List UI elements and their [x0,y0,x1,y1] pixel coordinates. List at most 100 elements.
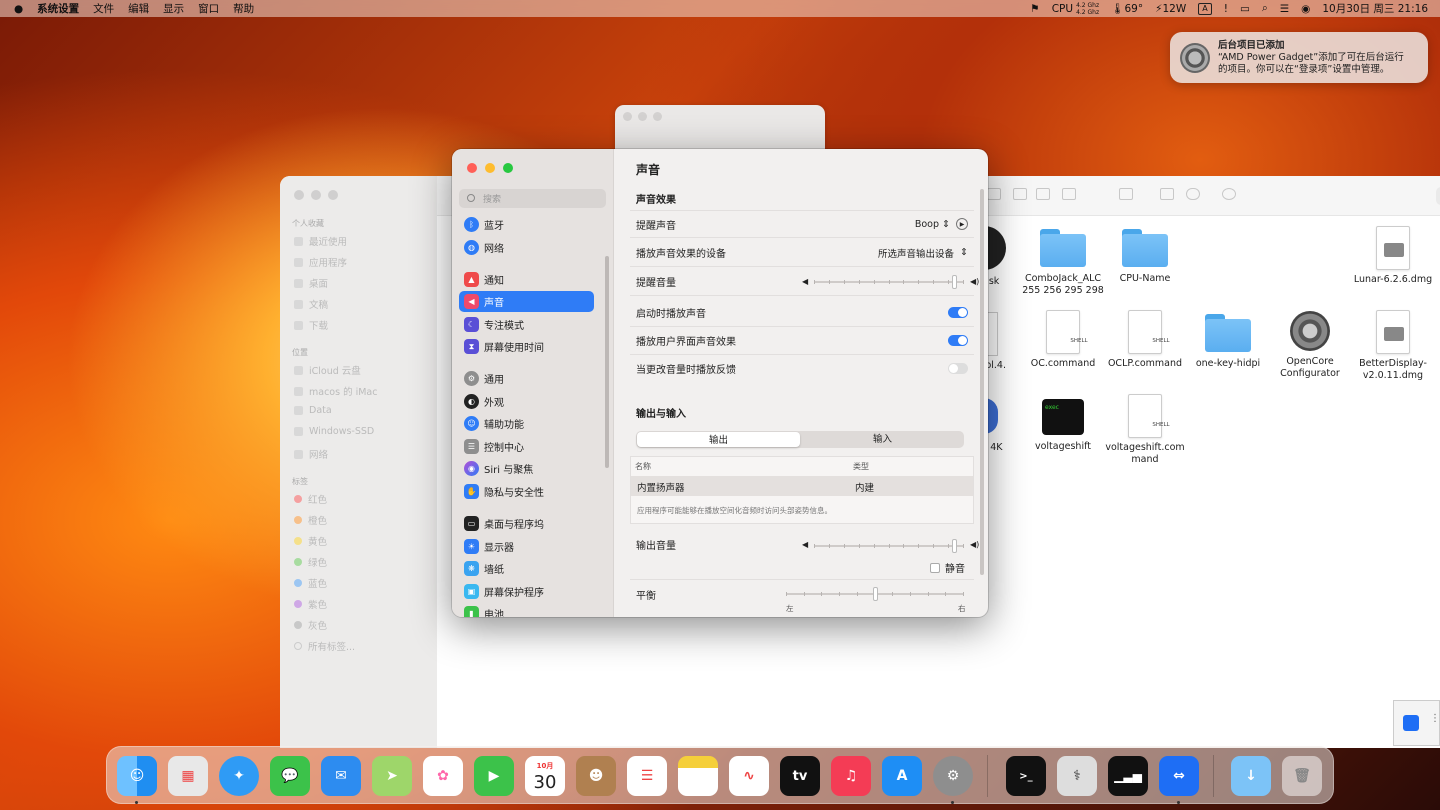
reminders-icon[interactable]: ☰ [627,756,667,796]
siri-icon[interactable]: ◉ [1301,3,1310,15]
menu-window[interactable]: 窗口 [198,1,219,16]
alert-sound-select[interactable]: Boop ⇕ [915,219,950,230]
datetime[interactable]: 10月30日 周三 21:16 [1322,1,1428,16]
sidebar-item-data[interactable]: Data [294,405,332,416]
more-icon[interactable]: ⋮ [1430,713,1440,724]
sidebar-item-privacy[interactable]: ✋ 隐私与安全性 [459,481,594,502]
tv-icon[interactable]: tv [780,756,820,796]
file-item[interactable]: SHELL OC.command [1018,310,1108,370]
sidebar-item-documents[interactable]: 文稿 [294,297,328,311]
maps-icon[interactable]: ➤ [372,756,412,796]
sidebar-item-wallpaper[interactable]: ❋ 墙纸 [459,558,594,579]
sidebar-item-siri[interactable]: ◉ Siri 与聚焦 [459,458,594,479]
sidebar-tag-green[interactable]: 绿色 [294,555,327,569]
file-item[interactable]: SHELL OCLP.command [1100,310,1190,370]
status-icon[interactable]: ⚑ [1030,3,1039,15]
freeform-icon[interactable]: ∿ [729,756,769,796]
sidebar-item-desktop-dock[interactable]: ▭ 桌面与程序坞 [459,513,594,534]
menu-view[interactable]: 显示 [163,1,184,16]
sidebar-item-notifications[interactable]: ▲ 通知 [459,269,594,290]
activity-monitor-icon[interactable]: ▁▃▅ [1108,756,1148,796]
control-center-icon[interactable]: ☰ [1280,3,1289,15]
terminal-icon[interactable]: >_ [1006,756,1046,796]
alert-volume-slider[interactable] [814,275,964,289]
menu-file[interactable]: 文件 [93,1,114,16]
mute-checkbox[interactable] [930,562,940,573]
sidebar-item-focus[interactable]: ☾ 专注模式 [459,314,594,335]
table-row[interactable]: 内置扬声器 内建 [631,476,973,496]
group-icon[interactable] [1119,188,1133,200]
battery-icon[interactable]: ▭ [1240,3,1250,15]
apple-menu-icon[interactable]: ● [14,3,23,15]
minimize-button[interactable] [485,163,495,173]
play-icon[interactable]: ▶ [956,218,968,230]
temperature-readout[interactable]: 🌡69° [1111,2,1143,15]
minimize-button[interactable] [311,190,321,200]
startup-sound-toggle[interactable] [948,307,968,318]
music-icon[interactable]: ♫ [831,756,871,796]
messages-icon[interactable]: 💬 [270,756,310,796]
balance-slider[interactable] [786,587,964,601]
system-settings-icon[interactable]: ⚙ [933,756,973,796]
sidebar-item-accessibility[interactable]: ☺ 辅助功能 [459,413,594,434]
file-item[interactable]: one-key-hidpi [1183,314,1273,370]
tag-icon[interactable] [1186,188,1200,200]
volume-feedback-toggle[interactable] [948,362,968,374]
mail-icon[interactable]: ✉ [321,756,361,796]
minimize-button[interactable] [638,112,647,121]
close-button[interactable] [467,163,477,173]
zoom-button[interactable] [653,112,662,121]
menu-app-name[interactable]: 系统设置 [37,1,79,16]
finder-icon[interactable]: ☺ [117,756,157,796]
alert-icon[interactable]: ! [1224,3,1228,15]
file-item[interactable]: CPU-Name [1100,229,1190,285]
calendar-icon[interactable]: 10月 30 [525,756,565,796]
downloads-folder-icon[interactable]: ↓ [1231,756,1271,796]
output-volume-slider[interactable] [814,539,964,553]
sidebar-item-network[interactable]: ◍ 网络 [459,237,594,258]
list-view-icon[interactable] [1013,188,1027,200]
sidebar-tag-blue[interactable]: 蓝色 [294,576,327,590]
sidebar-item-battery[interactable]: ▮ 电池 [459,603,594,617]
sidebar-all-tags[interactable]: 所有标签... [294,639,355,653]
sidebar-item-screen-time[interactable]: ⧗ 屏幕使用时间 [459,336,594,357]
contacts-icon[interactable]: ☻ [576,756,616,796]
notification-banner[interactable]: 后台项目已添加 “AMD Power Gadget”添加了可在后台运行 的项目。… [1170,32,1428,83]
sidebar-item-downloads[interactable]: 下载 [294,318,328,332]
sidebar-tag-red[interactable]: 红色 [294,492,327,506]
icon-view-icon[interactable] [987,188,1001,200]
tab-output[interactable]: 输出 [637,432,800,447]
teamviewer-side-widget[interactable]: ⋮ [1393,700,1440,746]
file-item[interactable]: OpenCore Configurator [1265,311,1355,380]
zoom-button[interactable] [503,163,513,173]
content-scrollbar[interactable] [980,189,984,575]
facetime-icon[interactable]: ▶ [474,756,514,796]
disk-utility-icon[interactable]: ⚕ [1057,756,1097,796]
sidebar-item-desktop[interactable]: 桌面 [294,276,328,290]
tab-input[interactable]: 输入 [801,431,964,448]
sidebar-tag-purple[interactable]: 紫色 [294,597,327,611]
sidebar-item-general[interactable]: ⚙ 通用 [459,368,594,389]
play-device-select[interactable]: 所选声音输出设备 ⇕ [878,246,968,260]
slider-thumb[interactable] [951,275,957,289]
sidebar-item-control-center[interactable]: ☰ 控制中心 [459,436,594,457]
finder-search-input[interactable]: 搜索 [1436,187,1440,205]
sidebar-tag-orange[interactable]: 橙色 [294,513,327,527]
search-icon[interactable]: ⌕ [1262,2,1268,15]
sidebar-item-windows-ssd[interactable]: Windows-SSD [294,426,374,437]
cpu-monitor[interactable]: CPU 4.2 Ghz 4.2 Ghz [1052,2,1099,16]
power-readout[interactable]: ⚡12W [1155,3,1186,15]
sidebar-item-sound[interactable]: ◀ 声音 [459,291,594,312]
sidebar-item-imac[interactable]: macos 的 iMac [294,384,377,398]
teamviewer-icon[interactable]: ⇔ [1159,756,1199,796]
sidebar-item-displays[interactable]: ☀ 显示器 [459,536,594,557]
sidebar-item-recents[interactable]: 最近使用 [294,234,347,248]
settings-search-input[interactable]: 搜索 [459,189,606,208]
sidebar-tag-gray[interactable]: 灰色 [294,618,327,632]
column-view-icon[interactable] [1036,188,1050,200]
slider-thumb[interactable] [951,539,957,553]
input-method-icon[interactable]: A [1198,2,1212,15]
ui-effects-toggle[interactable] [948,335,968,346]
sidebar-item-bluetooth[interactable]: ᛒ 蓝牙 [459,214,594,235]
sidebar-item-network[interactable]: 网络 [294,447,328,461]
